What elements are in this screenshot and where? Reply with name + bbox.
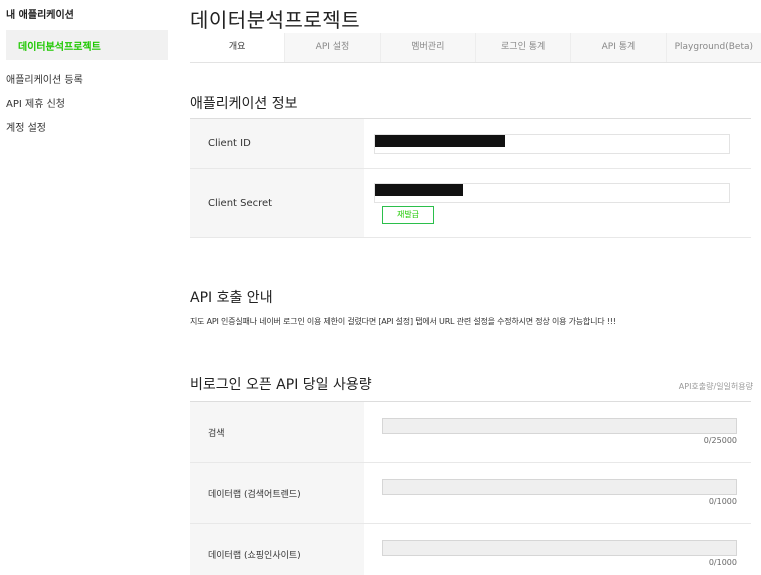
tab-playground[interactable]: Playground(Beta) [666,33,761,62]
usage-label: 검색 [190,402,364,462]
tab-member-management[interactable]: 멤버관리 [380,33,476,62]
client-id-field[interactable] [374,134,730,154]
usage-count: 0/25000 [703,436,737,445]
api-call-notice: 지도 API 인증실패나 네이버 로그인 이용 제한이 걸렸다면 [API 설정… [190,317,616,326]
usage-table: 검색 0/25000 데이터랩 (검색어트렌드) 0/1000 데이터랩 (쇼핑… [190,401,751,575]
tab-bar: 개요 API 설정 멤버관리 로그인 통계 API 통계 Playground(… [190,33,761,63]
usage-heading: 비로그인 오픈 API 당일 사용량 [190,377,372,393]
client-id-row: Client ID [190,119,751,169]
usage-progress-bar [382,418,737,434]
tab-api-settings[interactable]: API 설정 [285,33,381,62]
api-call-heading: API 호출 안내 [190,290,273,306]
tab-overview[interactable]: 개요 [190,33,286,62]
client-id-label: Client ID [190,119,364,168]
sidebar-item-account-settings[interactable]: 계정 설정 [6,119,46,134]
client-secret-field[interactable] [374,183,730,203]
sidebar-item-active-app[interactable]: 데이터분석프로젝트 [6,30,168,60]
client-id-redacted [375,135,505,147]
usage-row-search: 검색 0/25000 [190,402,751,463]
usage-progress-bar [382,540,737,556]
reissue-button[interactable]: 재발급 [382,206,434,224]
client-secret-redacted [375,184,463,196]
usage-label: 데이터랩 (쇼핑인사이트) [190,524,364,575]
usage-count: 0/1000 [708,497,737,506]
usage-row-datalab-shopping-insight: 데이터랩 (쇼핑인사이트) 0/1000 [190,524,751,575]
tab-api-stats[interactable]: API 통계 [571,33,667,62]
client-secret-label: Client Secret [190,169,364,237]
usage-progress-bar [382,479,737,495]
app-info-table: Client ID Client Secret 재발급 [190,118,751,238]
usage-label: 데이터랩 (검색어트렌드) [190,463,364,523]
sidebar-item-register-app[interactable]: 애플리케이션 등록 [6,71,83,86]
sidebar-item-label: 데이터분석프로젝트 [18,42,101,53]
sidebar: 내 애플리케이션 데이터분석프로젝트 애플리케이션 등록 API 제휴 신청 계… [0,0,168,575]
app-info-heading: 애플리케이션 정보 [190,96,298,112]
usage-row-datalab-search-trend: 데이터랩 (검색어트렌드) 0/1000 [190,463,751,524]
sidebar-item-api-partnership[interactable]: API 제휴 신청 [6,95,65,110]
sidebar-title: 내 애플리케이션 [6,10,74,21]
tab-login-stats[interactable]: 로그인 통계 [475,33,572,62]
client-secret-row: Client Secret 재발급 [190,169,751,238]
page-title: 데이터분석프로젝트 [190,8,361,32]
usage-caption: API호출량/일일허용량 [678,382,753,391]
usage-count: 0/1000 [708,558,737,567]
